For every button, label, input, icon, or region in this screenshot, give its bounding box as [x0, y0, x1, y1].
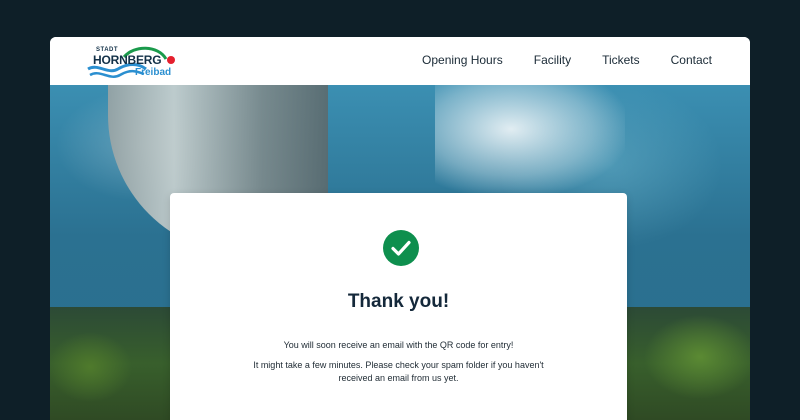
confirmation-title: Thank you!	[347, 291, 450, 312]
water-splash	[435, 85, 625, 195]
check-circle-icon	[383, 230, 419, 266]
browser-window: STADT HORNBERG Freibad Opening Hours Fac…	[50, 37, 750, 420]
site-header: STADT HORNBERG Freibad Opening Hours Fac…	[50, 37, 750, 85]
confirmation-card: Thank you! You will soon receive an emai…	[170, 193, 627, 420]
hero-image: Thank you! You will soon receive an emai…	[50, 85, 750, 420]
nav-contact[interactable]: Contact	[671, 53, 712, 67]
hornberg-freibad-logo[interactable]: STADT HORNBERG Freibad	[86, 43, 181, 81]
nav-opening-hours[interactable]: Opening Hours	[422, 53, 503, 67]
nav-facility[interactable]: Facility	[534, 53, 571, 67]
nav-tickets[interactable]: Tickets	[602, 53, 640, 67]
logo-town-name: HORNBERG	[93, 53, 162, 67]
main-nav: Opening Hours Facility Tickets Contact	[422, 53, 712, 67]
logo-freibad-text: Freibad	[135, 67, 172, 78]
confirmation-message: You will soon receive an email with the …	[283, 340, 514, 350]
confirmation-note: It might take a few minutes. Please chec…	[253, 360, 544, 383]
